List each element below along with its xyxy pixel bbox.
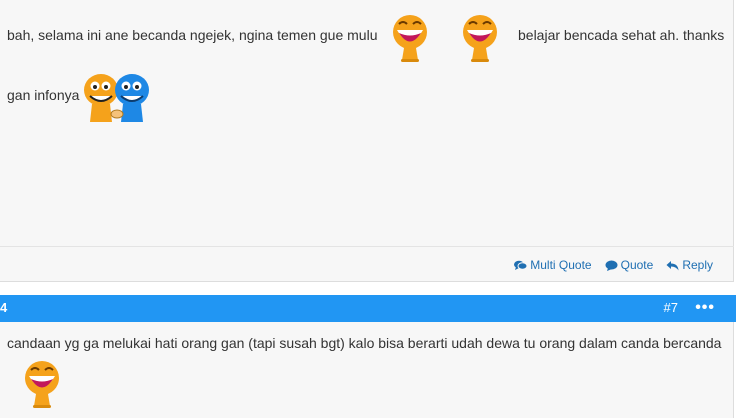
- comment-icon: [605, 260, 618, 271]
- reply-arrow-icon: [666, 260, 679, 270]
- post-2-header: 4 #7 •••: [0, 295, 736, 322]
- reply-button[interactable]: Reply: [666, 258, 713, 272]
- post-1-text-line1-left: bah, selama ini ane becanda ngejek, ngin…: [7, 27, 378, 43]
- post-2: candaan yg ga melukai hati orang gan (ta…: [0, 322, 734, 418]
- quote-button[interactable]: Quote: [605, 258, 654, 272]
- reply-label: Reply: [682, 258, 713, 272]
- post-1-actions: Multi Quote Quote Reply: [514, 256, 713, 274]
- handshake-emoticon: [84, 74, 149, 122]
- post-2-header-date-fragment: 4: [0, 300, 8, 315]
- post-1-text-line1-right: belajar bencada sehat ah. thanks: [518, 27, 725, 43]
- quote-label: Quote: [620, 258, 654, 272]
- post-1: bah, selama ini ane becanda ngejek, ngin…: [0, 0, 734, 282]
- multi-quote-label: Multi Quote: [530, 258, 592, 272]
- laughing-emoticon: [463, 15, 497, 62]
- post-1-footer-divider: [0, 246, 734, 247]
- post-number-link[interactable]: #7: [664, 300, 678, 315]
- comments-icon: [514, 260, 528, 270]
- post-2-text: candaan yg ga melukai hati orang gan (ta…: [7, 335, 722, 351]
- laughing-emoticon: [393, 15, 427, 62]
- post-1-text-line2: gan infonya: [7, 87, 80, 103]
- laughing-emoticon: [25, 361, 59, 408]
- more-options-icon[interactable]: •••: [695, 299, 715, 317]
- multi-quote-button[interactable]: Multi Quote: [514, 258, 592, 272]
